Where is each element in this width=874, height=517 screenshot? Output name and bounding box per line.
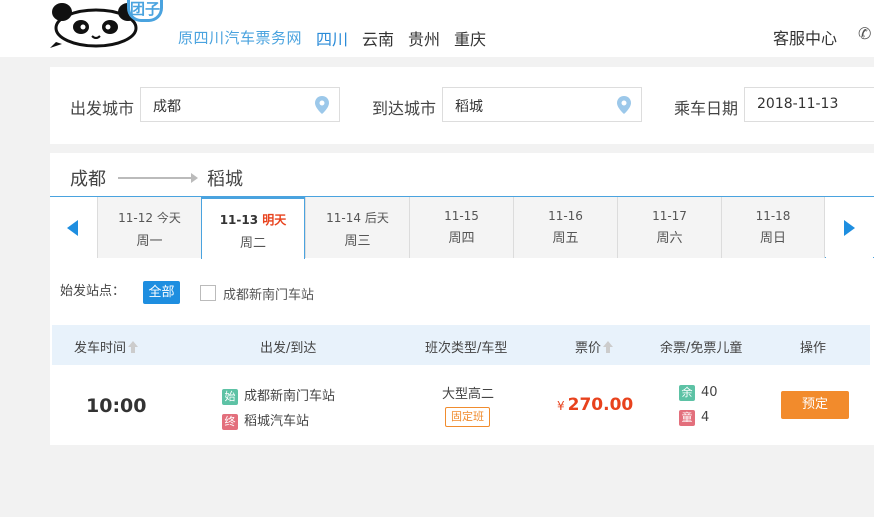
date-input[interactable]: 2018-11-13 (744, 87, 874, 122)
book-button[interactable]: 预定 (781, 391, 849, 419)
date-tab-weekday: 周二 (239, 236, 266, 251)
date-tab-top: 11-14 后天 (326, 211, 389, 225)
result-panel: 成都 稻城 11-12 今天 周一 11-13 明天 周二 11-14 后天 周… (50, 153, 874, 445)
date-tab-weekday: 周日 (759, 231, 786, 246)
all-stations-button[interactable]: 全部 (143, 281, 180, 304)
date-strip: 11-12 今天 周一 11-13 明天 周二 11-14 后天 周三 11-1… (50, 196, 874, 259)
date-tab-1117[interactable]: 11-17 周六 (617, 197, 721, 258)
departure-time: 10:00 (86, 395, 147, 417)
from-city-label: 出发城市 (70, 99, 135, 118)
phone-icon[interactable]: ✆ (858, 24, 871, 43)
date-tab-top: 11-12 今天 (118, 211, 181, 225)
end-station: 终稻城汽车站 (222, 410, 309, 430)
end-tag: 终 (222, 414, 238, 430)
from-city-value: 成都 (153, 99, 181, 115)
arrow-left-icon (67, 220, 78, 236)
station-option-label[interactable]: 成都新南门车站 (223, 284, 314, 303)
date-tab-weekday: 周四 (448, 231, 475, 246)
date-value: 2018-11-13 (757, 96, 839, 112)
date-tab-top: 11-13 明天 (219, 213, 287, 227)
date-tab-weekday: 周三 (344, 234, 371, 249)
date-tab-weekday: 周五 (552, 231, 579, 246)
nav-item-sichuan[interactable]: 四川 (316, 26, 348, 50)
header-seats: 余票/免票儿童 (660, 341, 743, 356)
sort-up-icon (128, 341, 139, 353)
bus-type: 大型高二 (442, 387, 495, 402)
date-tab-top: 11-18 (755, 209, 791, 223)
location-pin-icon[interactable] (617, 96, 631, 114)
to-city-input[interactable]: 稻城 (442, 87, 642, 122)
nav-item-yunnan[interactable]: 云南 (362, 26, 394, 50)
date-tab-1113[interactable]: 11-13 明天 周二 (201, 196, 305, 259)
station-checkbox[interactable] (200, 285, 216, 301)
remaining-seats: 余 40 (679, 385, 718, 401)
date-tab-1112[interactable]: 11-12 今天 周一 (97, 197, 201, 258)
date-tab-top: 11-17 (652, 209, 687, 223)
date-tab-1116[interactable]: 11-16 周五 (513, 197, 617, 258)
location-pin-icon[interactable] (315, 96, 329, 114)
header-price[interactable]: 票价 (575, 337, 614, 356)
top-header: 团子 原四川汽车票务网 四川 云南 贵州 重庆 客服中心 ✆ (0, 0, 874, 57)
arrow-right-icon (844, 220, 855, 236)
to-city-value: 稻城 (455, 99, 483, 115)
to-city-label: 到达城市 (372, 99, 437, 118)
nav-item-chongqing[interactable]: 重庆 (454, 26, 486, 50)
date-tab-top: 11-16 (548, 209, 583, 223)
table-header: 发车时间 出发/到达 班次类型/车型 票价 余票/免票儿童 操作 (52, 325, 870, 365)
ticket-price: ¥270.00 (557, 395, 634, 415)
service-center-link[interactable]: 客服中心 (773, 25, 837, 49)
start-tag: 始 (222, 389, 238, 405)
route-to: 稻城 (207, 169, 243, 190)
header-departure-time[interactable]: 发车时间 (74, 337, 139, 356)
prev-dates-button[interactable] (50, 197, 97, 258)
logo-badge: 团子 (127, 0, 163, 22)
date-tab-1114[interactable]: 11-14 后天 周三 (305, 197, 409, 258)
sort-up-icon (603, 341, 614, 353)
site-name[interactable]: 原四川汽车票务网 (178, 27, 302, 48)
station-filter-label: 始发站点： (60, 284, 126, 299)
table-row: 10:00 始成都新南门车站 终稻城汽车站 大型高二 固定班 ¥270.00 余… (52, 365, 870, 445)
start-station: 始成都新南门车站 (222, 385, 335, 405)
next-dates-button[interactable] (826, 197, 873, 258)
header-bus-type: 班次类型/车型 (425, 341, 508, 356)
search-panel: 出发城市 成都 到达城市 稻城 乘车日期 2018-11-13 (50, 67, 874, 144)
header-route: 出发/到达 (260, 341, 317, 356)
child-tickets: 童4 (679, 410, 709, 426)
from-city-input[interactable]: 成都 (140, 87, 340, 122)
route-arrow-icon (118, 173, 198, 183)
nav-item-guizhou[interactable]: 贵州 (408, 26, 440, 50)
date-tab-weekday: 周一 (136, 234, 163, 249)
route-from: 成都 (70, 169, 106, 190)
region-nav: 四川 云南 贵州 重庆 (316, 26, 486, 50)
date-tab-1115[interactable]: 11-15 周四 (409, 197, 513, 258)
date-label: 乘车日期 (674, 99, 739, 118)
header-action: 操作 (800, 341, 827, 356)
date-tab-1118[interactable]: 11-18 周日 (721, 197, 825, 258)
schedule-badge: 固定班 (445, 407, 490, 427)
child-tag: 童 (679, 410, 695, 426)
seat-tag: 余 (679, 385, 695, 401)
date-tab-weekday: 周六 (656, 231, 683, 246)
date-tab-top: 11-15 (444, 209, 479, 223)
